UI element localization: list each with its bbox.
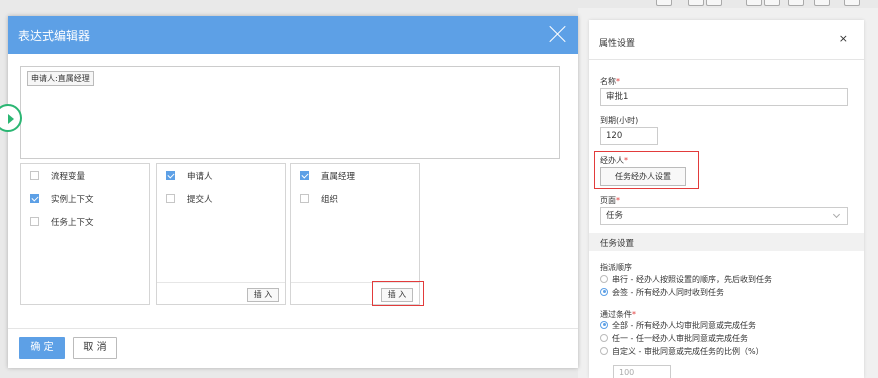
checkbox-checked-icon[interactable] bbox=[30, 194, 39, 203]
checkbox-checked-icon[interactable] bbox=[166, 171, 175, 180]
section-title: 任务设置 bbox=[600, 239, 635, 249]
property-panel: 属性设置 × 名称* 审批1 到期(小时) 120 经办人* 任务经办人设置 页… bbox=[589, 20, 864, 378]
checkbox-icon[interactable] bbox=[30, 217, 39, 226]
page-label: 页面* bbox=[600, 196, 620, 205]
due-hours-field[interactable]: 120 bbox=[600, 127, 658, 145]
toolbar-button[interactable] bbox=[656, 0, 672, 6]
radio-option[interactable]: 自定义 - 审批同意或完成任务的比例（%） bbox=[600, 346, 764, 357]
list-item[interactable]: 直属经理 bbox=[300, 170, 355, 184]
close-icon[interactable] bbox=[548, 24, 568, 44]
checkbox-checked-icon[interactable] bbox=[300, 171, 309, 180]
property-panel-header: 属性设置 × bbox=[589, 20, 864, 60]
variable-field-panel: 申请人 提交人 插 入 bbox=[156, 163, 286, 305]
radio-icon[interactable] bbox=[600, 333, 608, 342]
dialog-header: 表达式编辑器 bbox=[8, 16, 578, 54]
toolbar-button[interactable] bbox=[788, 0, 804, 6]
pass-condition-label: 通过条件* bbox=[600, 310, 636, 319]
list-item[interactable]: 流程变量 bbox=[30, 170, 85, 184]
cancel-button[interactable]: 取 消 bbox=[73, 337, 117, 359]
custom-percent-field[interactable]: 100 bbox=[613, 365, 671, 378]
top-toolbar bbox=[618, 0, 878, 8]
expression-tag[interactable]: 申请人:直属经理 bbox=[27, 71, 94, 86]
insert-button[interactable]: 插 入 bbox=[247, 288, 279, 302]
dialog-title: 表达式编辑器 bbox=[18, 29, 91, 43]
panel-footer: 插 入 bbox=[157, 282, 285, 304]
variable-category-panel: 流程变量 实例上下文 任务上下文 bbox=[20, 163, 150, 305]
radio-icon[interactable] bbox=[600, 274, 608, 283]
highlight-box bbox=[372, 281, 424, 306]
task-settings-section: 任务设置 bbox=[589, 233, 864, 251]
checkbox-icon[interactable] bbox=[166, 194, 175, 203]
radio-option[interactable]: 全部 - 所有经办人均审批同意或完成任务 bbox=[600, 320, 756, 331]
list-item[interactable]: 任务上下文 bbox=[30, 216, 94, 230]
radio-option[interactable]: 会签 - 所有经办人同时收到任务 bbox=[600, 287, 724, 298]
checkbox-icon[interactable] bbox=[300, 194, 309, 203]
radio-selected-icon[interactable] bbox=[600, 287, 608, 296]
chevron-down-icon bbox=[832, 210, 841, 219]
radio-icon[interactable] bbox=[600, 346, 608, 355]
expression-input[interactable]: 申请人:直属经理 bbox=[20, 66, 560, 159]
checkbox-icon[interactable] bbox=[30, 171, 39, 180]
toolbar-button[interactable] bbox=[814, 0, 830, 6]
radio-selected-icon[interactable] bbox=[600, 320, 608, 329]
close-icon[interactable]: × bbox=[839, 32, 848, 45]
toolbar-button[interactable] bbox=[706, 0, 722, 6]
radio-option[interactable]: 串行 - 经办人按照设置的顺序，先后收到任务 bbox=[600, 274, 772, 285]
name-field[interactable]: 审批1 bbox=[600, 88, 848, 106]
toolbar-button[interactable] bbox=[688, 0, 704, 6]
dispatch-order-label: 指派顺序 bbox=[600, 263, 632, 272]
highlight-box bbox=[594, 151, 699, 189]
list-item[interactable]: 提交人 bbox=[166, 193, 213, 207]
toolbar-button[interactable] bbox=[746, 0, 762, 6]
list-item[interactable]: 实例上下文 bbox=[30, 193, 94, 207]
list-item[interactable]: 组织 bbox=[300, 193, 338, 207]
page-select[interactable]: 任务 bbox=[600, 207, 848, 225]
confirm-button[interactable]: 确 定 bbox=[19, 337, 65, 359]
list-item[interactable]: 申请人 bbox=[166, 170, 213, 184]
toolbar-button[interactable] bbox=[764, 0, 780, 6]
due-label: 到期(小时) bbox=[600, 116, 639, 125]
dialog-footer: 确 定 取 消 bbox=[8, 328, 578, 368]
radio-option[interactable]: 任一 - 任一经办人审批同意或完成任务 bbox=[600, 333, 748, 344]
property-panel-title: 属性设置 bbox=[599, 39, 636, 49]
expression-editor-dialog: 表达式编辑器 申请人:直属经理 流程变量 实例上下文 任务上下文 申请人 提交人… bbox=[0, 16, 578, 368]
name-label: 名称* bbox=[600, 77, 620, 86]
flow-node-arrow-icon bbox=[0, 104, 22, 132]
toolbar-button[interactable] bbox=[844, 0, 860, 6]
